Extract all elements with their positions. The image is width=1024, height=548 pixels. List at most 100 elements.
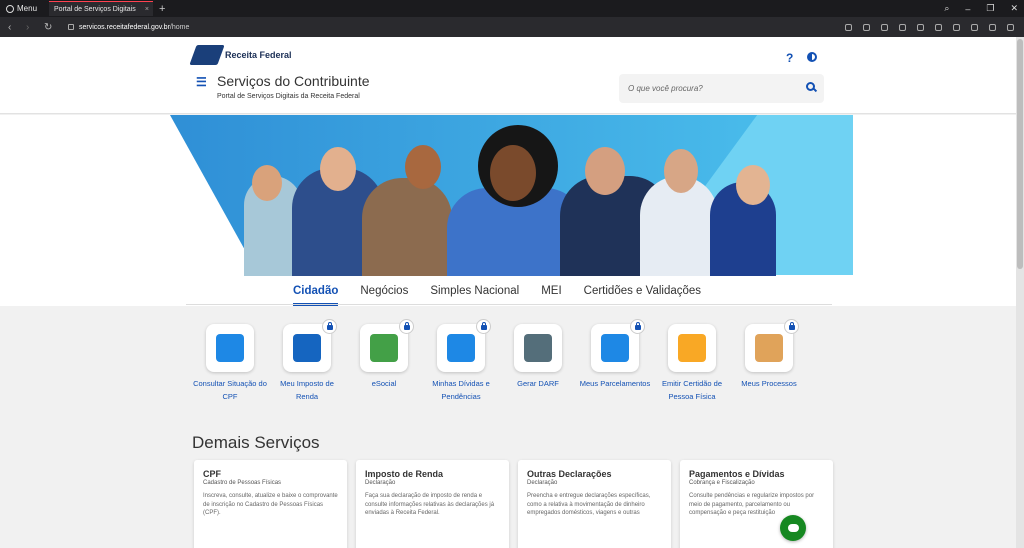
service-label[interactable]: eSocial bbox=[346, 377, 422, 390]
minimize-icon[interactable]: – bbox=[965, 4, 970, 14]
service-icon-box[interactable] bbox=[514, 324, 562, 372]
player-icon[interactable] bbox=[917, 23, 924, 31]
address-field[interactable]: servicos.receitafederal.gov.br/home bbox=[68, 24, 189, 31]
card-subtitle: Cadastro de Pessoas Físicas bbox=[203, 480, 282, 486]
window-controls: ⌕ – ❐ ✕ bbox=[944, 0, 1018, 17]
services-grid: Consultar Situação do CPF Meu Imposto de … bbox=[193, 319, 799, 403]
lock-icon bbox=[322, 319, 337, 334]
back-icon[interactable]: ‹ bbox=[8, 22, 18, 33]
browser-tabbar: Menu Portal de Serviços Digitais × + ⌕ –… bbox=[0, 0, 1024, 17]
service-icon-box[interactable] bbox=[206, 324, 254, 372]
service-card[interactable]: CPF Cadastro de Pessoas Físicas Inscreva, … bbox=[194, 460, 347, 548]
service-label[interactable]: Meus Processos bbox=[731, 377, 807, 390]
service-icon-box[interactable] bbox=[668, 324, 716, 372]
hero-banner bbox=[0, 115, 1016, 276]
service-item[interactable]: Minhas Dívidas e Pendências bbox=[432, 319, 491, 403]
url-path: /home bbox=[169, 23, 190, 31]
tab-mei[interactable]: MEI bbox=[541, 285, 561, 297]
service-item[interactable]: Meu Imposto de Renda bbox=[280, 319, 337, 403]
help-icon[interactable]: ? bbox=[786, 51, 793, 65]
wallet-icon[interactable] bbox=[881, 23, 888, 31]
receita-logo[interactable]: Receita Federal bbox=[189, 45, 292, 65]
tab-cidadao[interactable]: Cidadão bbox=[293, 285, 339, 306]
lock-icon bbox=[476, 319, 491, 334]
browser-search-icon[interactable]: ⌕ bbox=[944, 3, 949, 14]
browser-tab-active[interactable]: Portal de Serviços Digitais × bbox=[49, 1, 154, 16]
browser-menu-button[interactable]: Menu bbox=[0, 0, 43, 17]
tab-simples-nacional[interactable]: Simples Nacional bbox=[430, 285, 519, 297]
vpn-icon[interactable] bbox=[899, 23, 906, 31]
page-content: Receita Federal ? ☰ Serviços do Contribu… bbox=[0, 37, 1016, 548]
lock-icon bbox=[399, 319, 414, 334]
close-window-icon[interactable]: ✕ bbox=[1010, 3, 1018, 14]
new-tab-icon[interactable]: + bbox=[159, 3, 165, 15]
service-item[interactable]: Consultar Situação do CPF bbox=[193, 324, 267, 403]
camera-icon[interactable] bbox=[863, 23, 870, 31]
category-tabs: Cidadão Negócios Simples Nacional MEI Ce… bbox=[0, 276, 1016, 306]
service-icon-box[interactable] bbox=[360, 319, 414, 372]
opera-icon bbox=[6, 4, 14, 13]
card-subtitle: Declaração bbox=[365, 480, 396, 486]
service-item[interactable]: Gerar DARF bbox=[513, 324, 563, 403]
account-icon[interactable] bbox=[1007, 23, 1014, 31]
search-placeholder: O que você procura? bbox=[628, 84, 703, 93]
reload-icon[interactable]: ↻ bbox=[44, 22, 54, 33]
download-icon[interactable] bbox=[971, 23, 978, 31]
service-icon-box[interactable] bbox=[437, 319, 491, 372]
service-icon-box[interactable] bbox=[745, 319, 799, 372]
page-subtitle: Portal de Serviços Digitais da Receita F… bbox=[217, 93, 360, 100]
service-label[interactable]: Minhas Dívidas e Pendências bbox=[423, 377, 499, 403]
demais-servicos-title: Demais Serviços bbox=[192, 433, 320, 452]
receita-logo-mark-icon bbox=[189, 45, 225, 65]
service-label[interactable]: Gerar DARF bbox=[500, 377, 576, 390]
scrollbar-thumb[interactable] bbox=[1017, 39, 1023, 269]
service-item[interactable]: Meus Processos bbox=[741, 319, 799, 403]
service-label[interactable]: Consultar Situação do CPF bbox=[192, 377, 268, 403]
tab-negocios[interactable]: Negócios bbox=[360, 285, 408, 297]
service-card[interactable]: Imposto de Renda Declaração Faça sua decla… bbox=[356, 460, 509, 548]
heart-icon[interactable] bbox=[935, 23, 942, 31]
url-host: servicos.receitafederal.gov.br bbox=[79, 23, 170, 31]
service-item[interactable]: eSocial bbox=[359, 319, 414, 403]
chat-button[interactable] bbox=[780, 515, 806, 541]
header-actions: ? bbox=[786, 51, 818, 65]
tab-certidoes[interactable]: Certidões e Validações bbox=[584, 285, 701, 297]
service-cards: CPF Cadastro de Pessoas Físicas Inscreva, … bbox=[194, 460, 833, 548]
page-scrollbar[interactable] bbox=[1016, 37, 1024, 548]
page-title: Serviços do Contribuinte bbox=[217, 73, 370, 89]
card-description: Consulte pendências e regularize imposto… bbox=[689, 493, 815, 516]
service-card[interactable]: Outras Declarações Declaração Preencha e e… bbox=[518, 460, 671, 548]
chat-bubble-icon bbox=[787, 524, 799, 532]
card-description: Faça sua declaração de imposto de renda … bbox=[365, 493, 495, 516]
service-label[interactable]: Meus Parcelamentos bbox=[577, 377, 653, 390]
card-description: Preencha e entregue declarações específi… bbox=[527, 493, 651, 516]
lock-icon bbox=[784, 319, 799, 334]
snapshot-icon[interactable] bbox=[845, 23, 852, 31]
income-tax-icon bbox=[293, 334, 321, 362]
contrast-icon[interactable] bbox=[807, 52, 818, 62]
hamburger-menu-icon[interactable]: ☰ bbox=[196, 75, 207, 89]
browser-tab-title: Portal de Serviços Digitais bbox=[54, 5, 136, 13]
maximize-icon[interactable]: ❐ bbox=[986, 3, 994, 14]
card-title: Pagamentos e Dívidas bbox=[689, 469, 785, 479]
calendar-percent-icon bbox=[601, 334, 629, 362]
card-subtitle: Cobrança e Fiscalização bbox=[689, 480, 755, 486]
lock-icon bbox=[68, 24, 74, 30]
close-tab-icon[interactable]: × bbox=[145, 6, 149, 13]
service-label[interactable]: Emitir Certidão de Pessoa Física bbox=[654, 377, 730, 403]
service-icon-box[interactable] bbox=[283, 319, 337, 372]
search-icon[interactable] bbox=[806, 82, 815, 91]
service-label[interactable]: Meu Imposto de Renda bbox=[269, 377, 345, 403]
settings-icon[interactable] bbox=[989, 23, 996, 31]
service-icon-box[interactable] bbox=[591, 319, 645, 372]
browser-menu-label: Menu bbox=[17, 4, 38, 13]
service-item[interactable]: Meus Parcelamentos bbox=[580, 319, 650, 403]
search-input[interactable]: O que você procura? bbox=[619, 74, 824, 103]
service-item[interactable]: Emitir Certidão de Pessoa Física bbox=[662, 324, 722, 403]
forward-icon[interactable]: › bbox=[26, 22, 36, 33]
cube-icon[interactable] bbox=[953, 23, 960, 31]
darf-barcode-icon bbox=[524, 334, 552, 362]
logo-text: Receita Federal bbox=[225, 50, 292, 60]
lock-icon bbox=[630, 319, 645, 334]
service-card[interactable]: Pagamentos e Dívidas Cobrança e Fiscaliza… bbox=[680, 460, 833, 548]
